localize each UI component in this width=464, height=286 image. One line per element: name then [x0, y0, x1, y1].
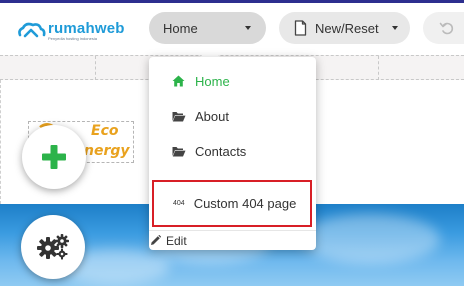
- undo-button[interactable]: [423, 12, 464, 44]
- new-reset-button[interactable]: New/Reset: [279, 12, 410, 44]
- menu-item-label: About: [195, 108, 229, 124]
- file-icon: [294, 20, 307, 36]
- menu-item-about[interactable]: About: [149, 102, 316, 130]
- plus-icon: [42, 145, 66, 169]
- eco-text-line2: nergy: [84, 143, 130, 159]
- add-block-button[interactable]: [22, 125, 86, 189]
- gears-icon: [37, 234, 69, 260]
- menu-item-home[interactable]: Home: [149, 67, 316, 95]
- menu-item-label: Contacts: [195, 143, 247, 159]
- menu-item-contacts[interactable]: Contacts: [149, 137, 316, 165]
- dropdown-pointer: [200, 47, 220, 57]
- 404-icon: 404: [173, 200, 185, 207]
- brand-logo[interactable]: rumahweb Penyedia hosting indonesia: [16, 21, 125, 41]
- folder-open-icon: [172, 145, 186, 157]
- column-divider: [378, 56, 379, 80]
- column-divider: [95, 56, 96, 80]
- pencil-icon: [151, 235, 161, 245]
- brand-tagline: Penyedia hosting indonesia: [48, 36, 97, 41]
- page-select-dropdown[interactable]: Home: [149, 12, 266, 44]
- menu-item-custom-404-content: 404 Custom 404 page: [173, 196, 296, 211]
- edit-label: Edit: [166, 233, 187, 248]
- page-builder-screen: rumahweb Penyedia hosting indonesia Home…: [0, 0, 464, 286]
- menu-item-custom-404[interactable]: 404 Custom 404 page: [152, 180, 312, 227]
- caret-down-icon: [392, 26, 398, 30]
- home-icon: [172, 75, 186, 87]
- edit-pages-button[interactable]: Edit: [149, 230, 316, 250]
- brand-name: rumahweb: [48, 20, 125, 37]
- new-reset-label: New/Reset: [315, 20, 379, 36]
- settings-button[interactable]: [21, 215, 85, 279]
- undo-icon: [439, 22, 454, 35]
- folder-open-icon: [172, 110, 186, 122]
- eco-text-line1: Eco: [91, 123, 119, 139]
- cloud-logo-icon: [18, 22, 46, 38]
- menu-item-label: Home: [195, 73, 230, 89]
- cloud-shape: [300, 214, 440, 264]
- page-select-label: Home: [163, 20, 198, 36]
- menu-item-label: Custom 404 page: [193, 196, 297, 211]
- caret-down-icon: [245, 26, 251, 30]
- eco-energy-logo-text: Eco nergy: [84, 121, 130, 161]
